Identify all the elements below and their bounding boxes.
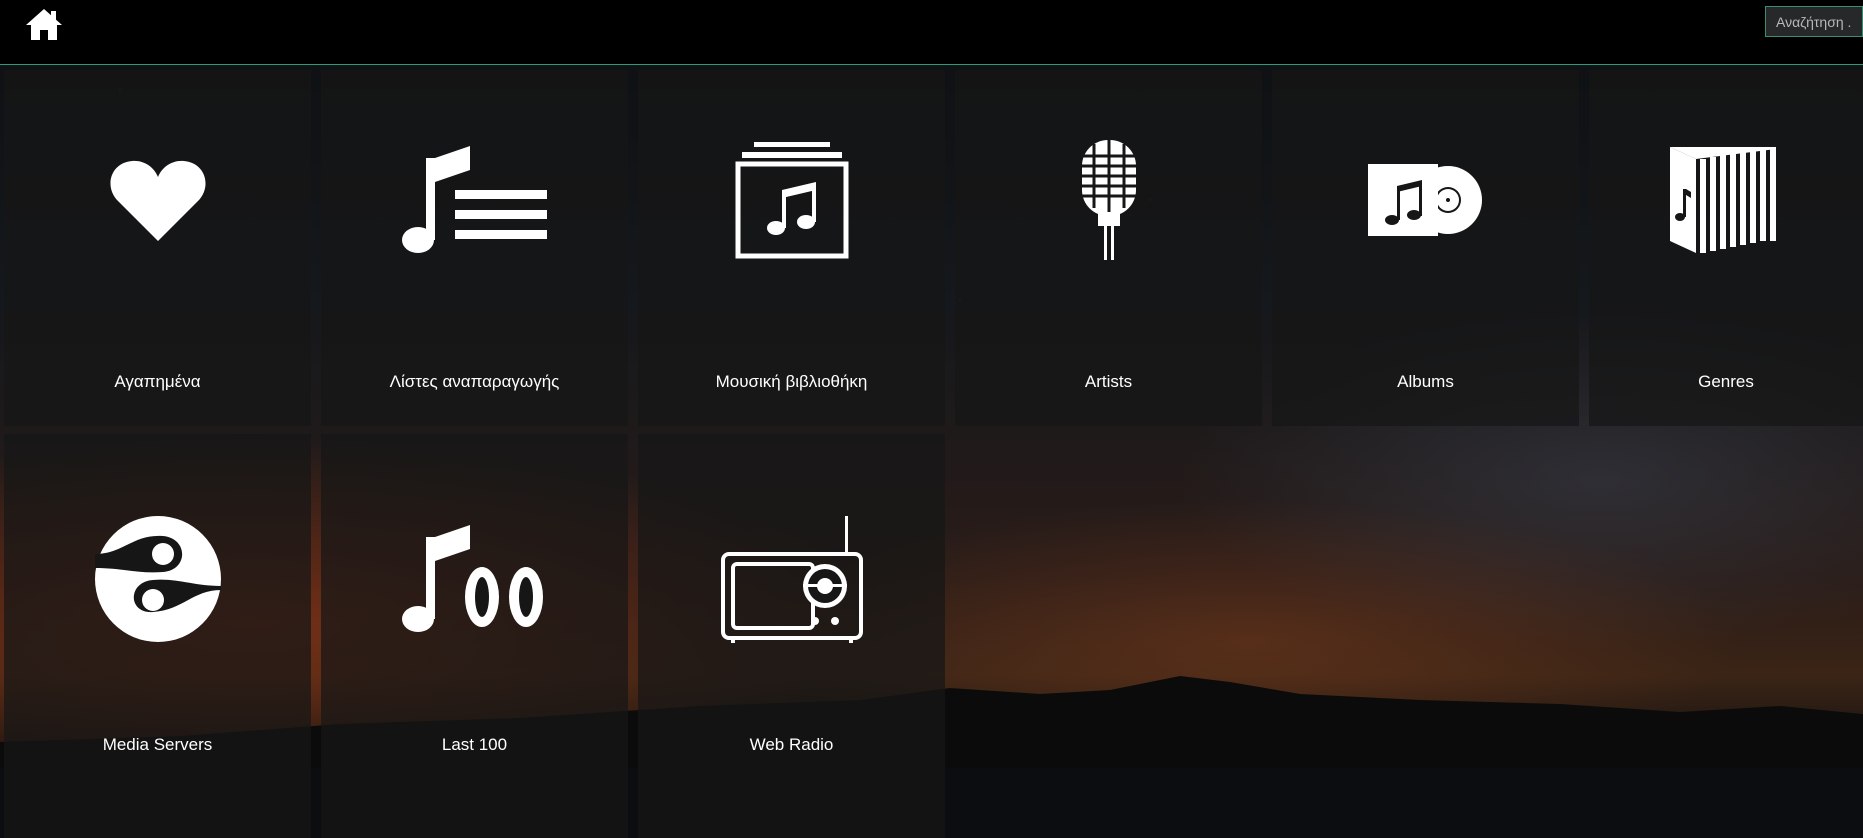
genres-icon — [1589, 70, 1863, 330]
media-server-icon — [4, 434, 311, 724]
tile-artists[interactable]: Artists — [955, 70, 1262, 426]
heart-icon — [4, 70, 311, 330]
tile-label: Αγαπημένα — [114, 372, 201, 391]
tile-playlists[interactable]: Λίστες αναπαραγωγής — [321, 70, 628, 426]
tile-label: Genres — [1698, 372, 1754, 391]
tile-label: Artists — [1084, 372, 1133, 391]
tile-last-100[interactable]: Last 100 — [321, 434, 628, 838]
tile-favorites[interactable]: Αγαπημένα — [4, 70, 311, 426]
tile-albums[interactable]: Albums — [1272, 70, 1579, 426]
tile-label: Web Radio — [749, 735, 834, 754]
tile-genres[interactable]: Genres — [1589, 70, 1863, 426]
tile-label: Λίστες αναπαραγωγής — [389, 372, 560, 391]
home-icon — [26, 9, 62, 40]
home-button[interactable] — [24, 6, 64, 44]
tile-label: Μουσική βιβλιοθήκη — [715, 372, 868, 391]
radio-icon — [638, 434, 945, 724]
microphone-icon — [955, 70, 1262, 330]
music-library-icon — [638, 70, 945, 330]
tile-label: Media Servers — [102, 735, 213, 754]
last-100-icon — [321, 434, 628, 724]
tile-music-library[interactable]: Μουσική βιβλιοθήκη — [638, 70, 945, 426]
tile-media-servers[interactable]: Media Servers — [4, 434, 311, 838]
album-icon — [1272, 70, 1579, 330]
search-input[interactable] — [1765, 6, 1863, 37]
tile-label: Albums — [1397, 372, 1454, 391]
playlist-icon — [321, 70, 628, 330]
tile-label: Last 100 — [441, 735, 508, 754]
tile-web-radio[interactable]: Web Radio — [638, 434, 945, 838]
top-bar — [0, 0, 1863, 65]
